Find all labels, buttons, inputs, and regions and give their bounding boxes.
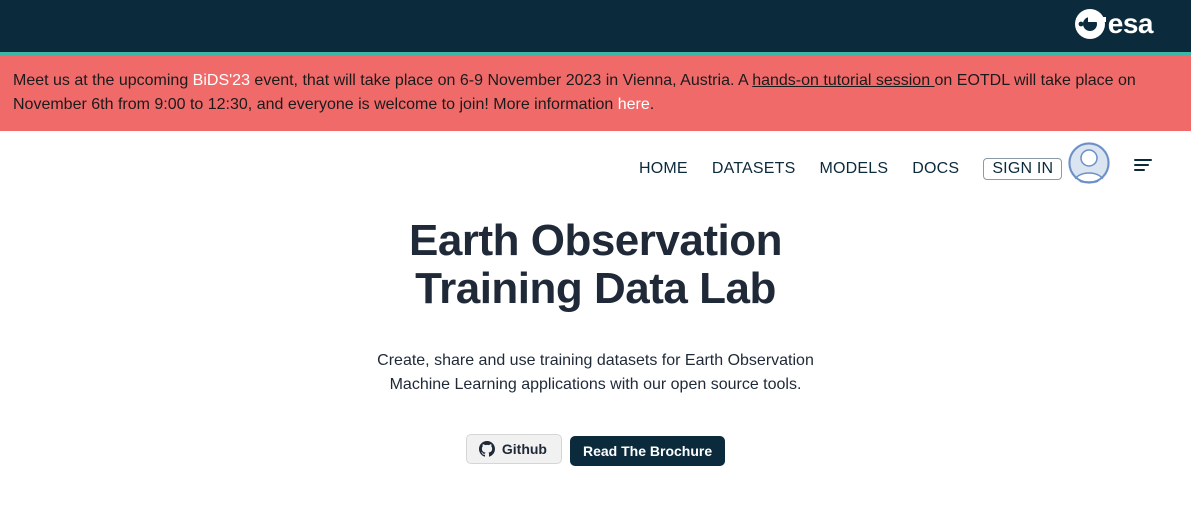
esa-logo-text: esa [1107,8,1154,39]
tutorial-session-link[interactable]: hands-on tutorial session [752,72,934,89]
hero-section: Earth Observation Training Data Lab Crea… [0,217,1191,466]
bids-event-link[interactable]: BiDS'23 [193,72,250,89]
menu-icon[interactable] [1134,159,1152,173]
nav-home[interactable]: HOME [639,160,688,178]
main-nav: HOME DATASETS MODELS DOCS SIGN IN [0,131,1191,195]
banner-text-2: event, that will take place on 6-9 Novem… [249,72,753,89]
sign-in-button[interactable]: SIGN IN [983,158,1063,180]
title-line-2: Training Data Lab [415,264,776,313]
esa-logo-icon [1074,9,1106,39]
page-title: Earth Observation Training Data Lab [0,217,1191,313]
nav-docs[interactable]: DOCS [912,160,959,178]
read-brochure-button[interactable]: Read The Brochure [569,436,726,466]
read-brochure-label: Read The Brochure [582,443,713,459]
banner-text-1: Meet us at the upcoming [13,72,193,89]
top-bar: esa [0,0,1191,56]
announcement-banner: Meet us at the upcoming BiDS'23 event, t… [0,56,1191,131]
banner-text-4: . [649,96,655,113]
user-avatar-icon[interactable] [1068,142,1110,184]
github-icon [478,441,495,457]
title-line-1: Earth Observation [409,216,782,265]
esa-logo[interactable]: esa [1074,8,1154,40]
hero-actions: Github Read The Brochure [0,434,1191,466]
github-button[interactable]: Github [465,434,562,464]
hero-subtitle: Create, share and use training datasets … [377,352,814,393]
nav-models[interactable]: MODELS [820,160,889,178]
nav-datasets[interactable]: DATASETS [712,160,796,178]
github-button-label: Github [501,441,547,457]
more-info-link[interactable]: here [618,96,650,113]
